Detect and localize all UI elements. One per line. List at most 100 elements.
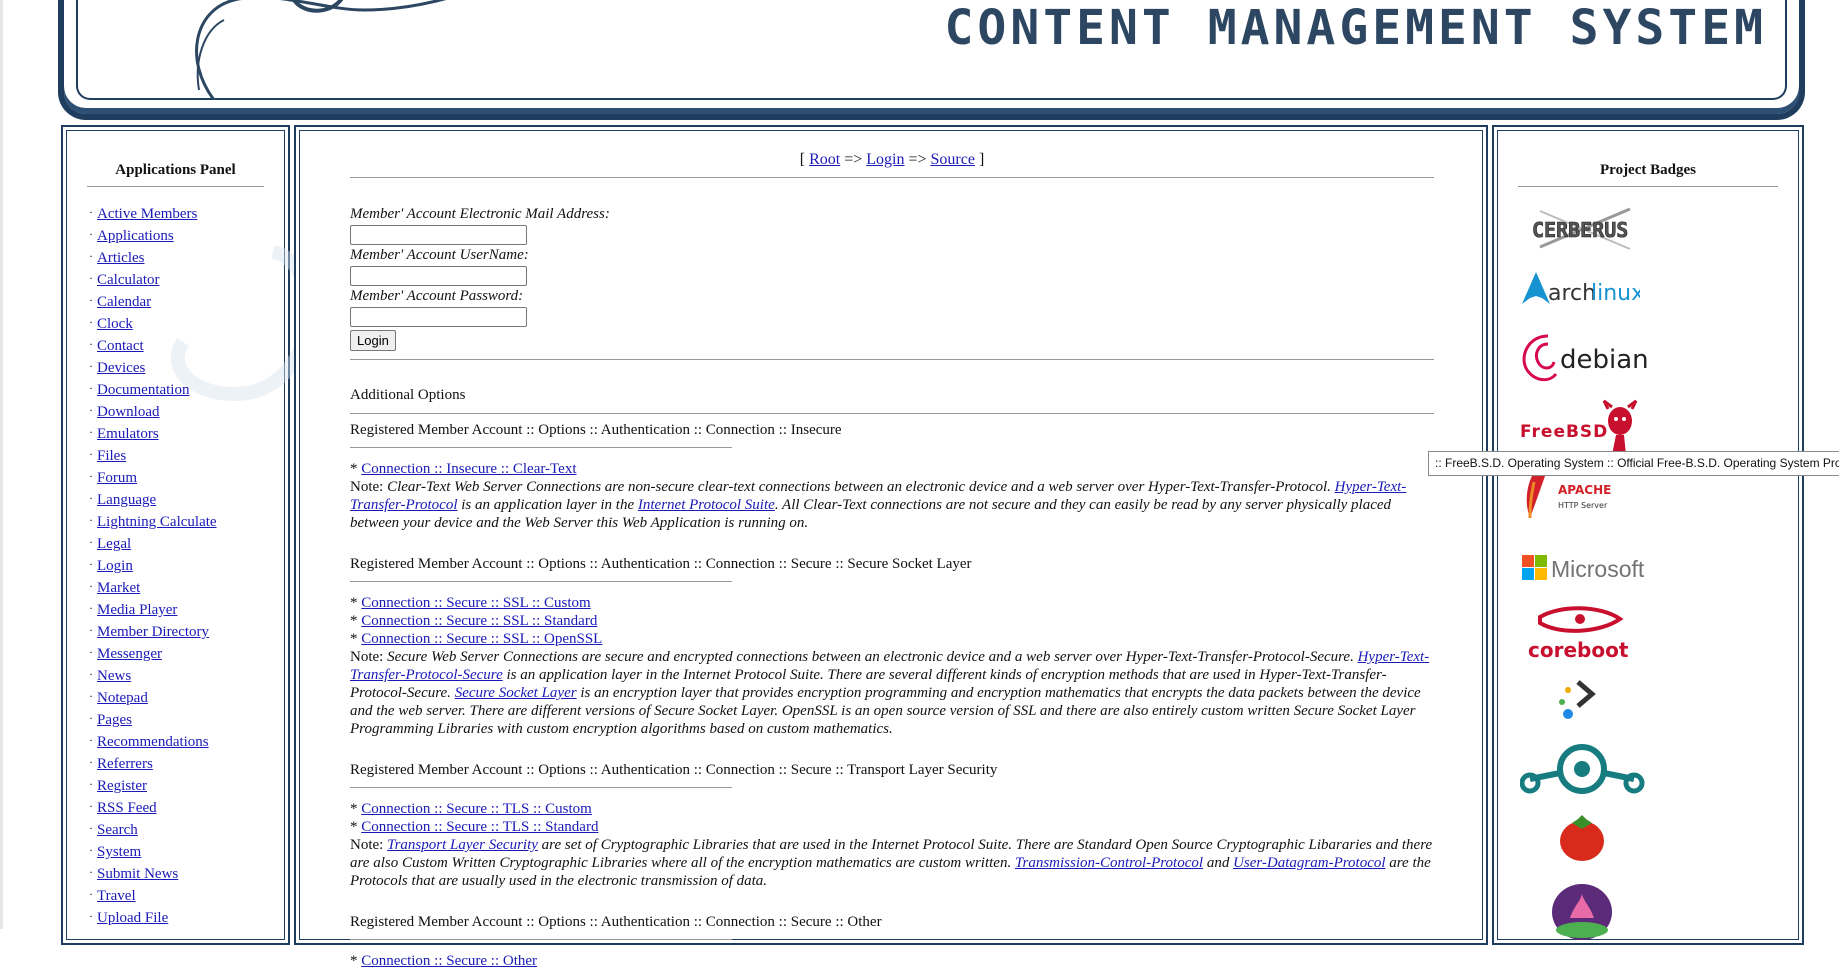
bullet-icon: · [89,909,93,923]
archlinux-text-b: linux [1591,281,1640,306]
app-link-legal[interactable]: Legal [97,536,131,552]
swirl-logo-icon [195,0,447,100]
list-item: · System [89,839,288,861]
section-heading: Registered Member Account :: Options :: … [350,914,882,930]
email-label: Member' Account Electronic Mail Address: [350,206,610,222]
app-link-calculator[interactable]: Calculator [97,272,159,288]
microsoft-badge[interactable]: Microsoft [1520,549,1690,594]
connection-option-link[interactable]: Connection :: Secure :: SSL :: OpenSSL [361,631,602,647]
divider [1518,186,1778,187]
bullet-icon: · [89,601,93,615]
bullet-icon: · [89,843,93,857]
app-link-notepad[interactable]: Notepad [97,690,148,706]
password-field[interactable] [350,307,527,327]
note-text: Clear-Text Web Server Connections are no… [387,479,1331,495]
list-item: · Download [89,399,288,421]
bullet-icon: · [89,359,93,373]
section-links: * Connection :: Secure :: Other [350,952,1434,970]
dots-chevron-badge[interactable] [1520,672,1650,737]
connection-option-link[interactable]: Connection :: Secure :: TLS :: Custom [361,801,592,817]
debian-badge[interactable]: debian [1520,330,1650,391]
app-link-system[interactable]: System [97,844,141,860]
username-field[interactable] [350,266,527,286]
connection-option-link[interactable]: Connection :: Insecure :: Clear-Text [361,461,576,477]
app-link-media-player[interactable]: Media Player [97,602,177,618]
list-item: · Upload File [89,905,288,927]
list-item: · Calendar [89,289,288,311]
app-link-search[interactable]: Search [97,822,138,838]
app-link-login[interactable]: Login [97,558,133,574]
app-link-member-directory[interactable]: Member Directory [97,624,209,640]
app-link-messenger[interactable]: Messenger [97,646,162,662]
divider [350,447,732,448]
app-link-articles[interactable]: Articles [97,250,144,266]
divider [350,359,1434,360]
app-link-rss-feed[interactable]: RSS Feed [97,800,157,816]
app-link-documentation[interactable]: Documentation [97,382,189,398]
note-link[interactable]: Secure Socket Layer [455,685,577,701]
note-link[interactable]: Internet Protocol Suite [638,497,775,513]
connection-option-link[interactable]: Connection :: Secure :: Other [361,953,537,969]
lotus-badge[interactable] [1520,872,1650,947]
email-field[interactable] [350,225,527,245]
app-link-language[interactable]: Language [97,492,156,508]
lineageos-badge[interactable] [1519,739,1650,804]
section-heading: Registered Member Account :: Options :: … [350,556,972,572]
app-link-forum[interactable]: Forum [97,470,137,486]
app-link-pages[interactable]: Pages [97,712,132,728]
connection-option-link[interactable]: Connection :: Secure :: SSL :: Custom [361,595,590,611]
app-link-devices[interactable]: Devices [97,360,145,376]
apache-text: APACHE [1558,483,1611,497]
tomato-badge[interactable] [1520,811,1650,870]
list-item: · Clock [89,311,288,333]
app-link-travel[interactable]: Travel [97,888,136,904]
archlinux-badge[interactable]: arch linux [1520,270,1644,315]
app-link-market[interactable]: Market [97,580,140,596]
divider [87,186,264,187]
section-note: Note: Secure Web Server Connections are … [350,648,1434,738]
list-item: · Devices [89,355,288,377]
note-link[interactable]: Transmission-Control-Protocol [1015,855,1203,871]
coreboot-badge[interactable]: coreboot [1520,603,1650,670]
app-link-upload-file[interactable]: Upload File [97,910,168,926]
connection-option-link[interactable]: Connection :: Secure :: SSL :: Standard [361,613,597,629]
app-link-emulators[interactable]: Emulators [97,426,159,442]
app-link-submit-news[interactable]: Submit News [97,866,178,882]
divider [350,939,732,940]
option-line: * Connection :: Secure :: SSL :: Custom [350,594,1434,612]
app-link-calendar[interactable]: Calendar [97,294,151,310]
app-link-referrers[interactable]: Referrers [97,756,153,772]
main-content: [ Root => Login => Source ] Member' Acco… [350,127,1434,970]
list-item: · Calculator [89,267,288,289]
login-button[interactable]: Login [350,330,396,351]
list-item: · Documentation [89,377,288,399]
app-link-recommendations[interactable]: Recommendations [97,734,209,750]
note-link[interactable]: Transport Layer Security [387,837,538,853]
app-link-applications[interactable]: Applications [97,228,174,244]
app-link-active-members[interactable]: Active Members [97,206,197,222]
note-text: Secure Web Server Connections are secure… [387,649,1354,665]
app-link-clock[interactable]: Clock [97,316,133,332]
asterisk: * [350,631,362,647]
list-item: · Messenger [89,641,288,663]
app-link-news[interactable]: News [97,668,131,684]
list-item: · RSS Feed [89,795,288,817]
section-heading: Registered Member Account :: Options :: … [350,762,998,778]
note-link[interactable]: User-Datagram-Protocol [1233,855,1385,871]
cerberus-badge[interactable]: CERBERUS [1520,203,1640,262]
app-link-files[interactable]: Files [97,448,126,464]
connection-option-link[interactable]: Connection :: Secure :: TLS :: Standard [361,819,598,835]
list-item: · Travel [89,883,288,905]
breadcrumb-source-link[interactable]: Source [931,151,975,168]
app-link-register[interactable]: Register [97,778,147,794]
breadcrumb-root-link[interactable]: Root [809,151,840,168]
app-link-lightning-calculate[interactable]: Lightning Calculate [97,514,217,530]
breadcrumb-login-link[interactable]: Login [866,151,904,168]
app-link-contact[interactable]: Contact [97,338,144,354]
list-item: · Language [89,487,288,509]
bullet-icon: · [89,227,93,241]
list-item: · Legal [89,531,288,553]
bullet-icon: · [89,491,93,505]
page-scrollbar[interactable] [0,0,3,929]
app-link-download[interactable]: Download [97,404,160,420]
